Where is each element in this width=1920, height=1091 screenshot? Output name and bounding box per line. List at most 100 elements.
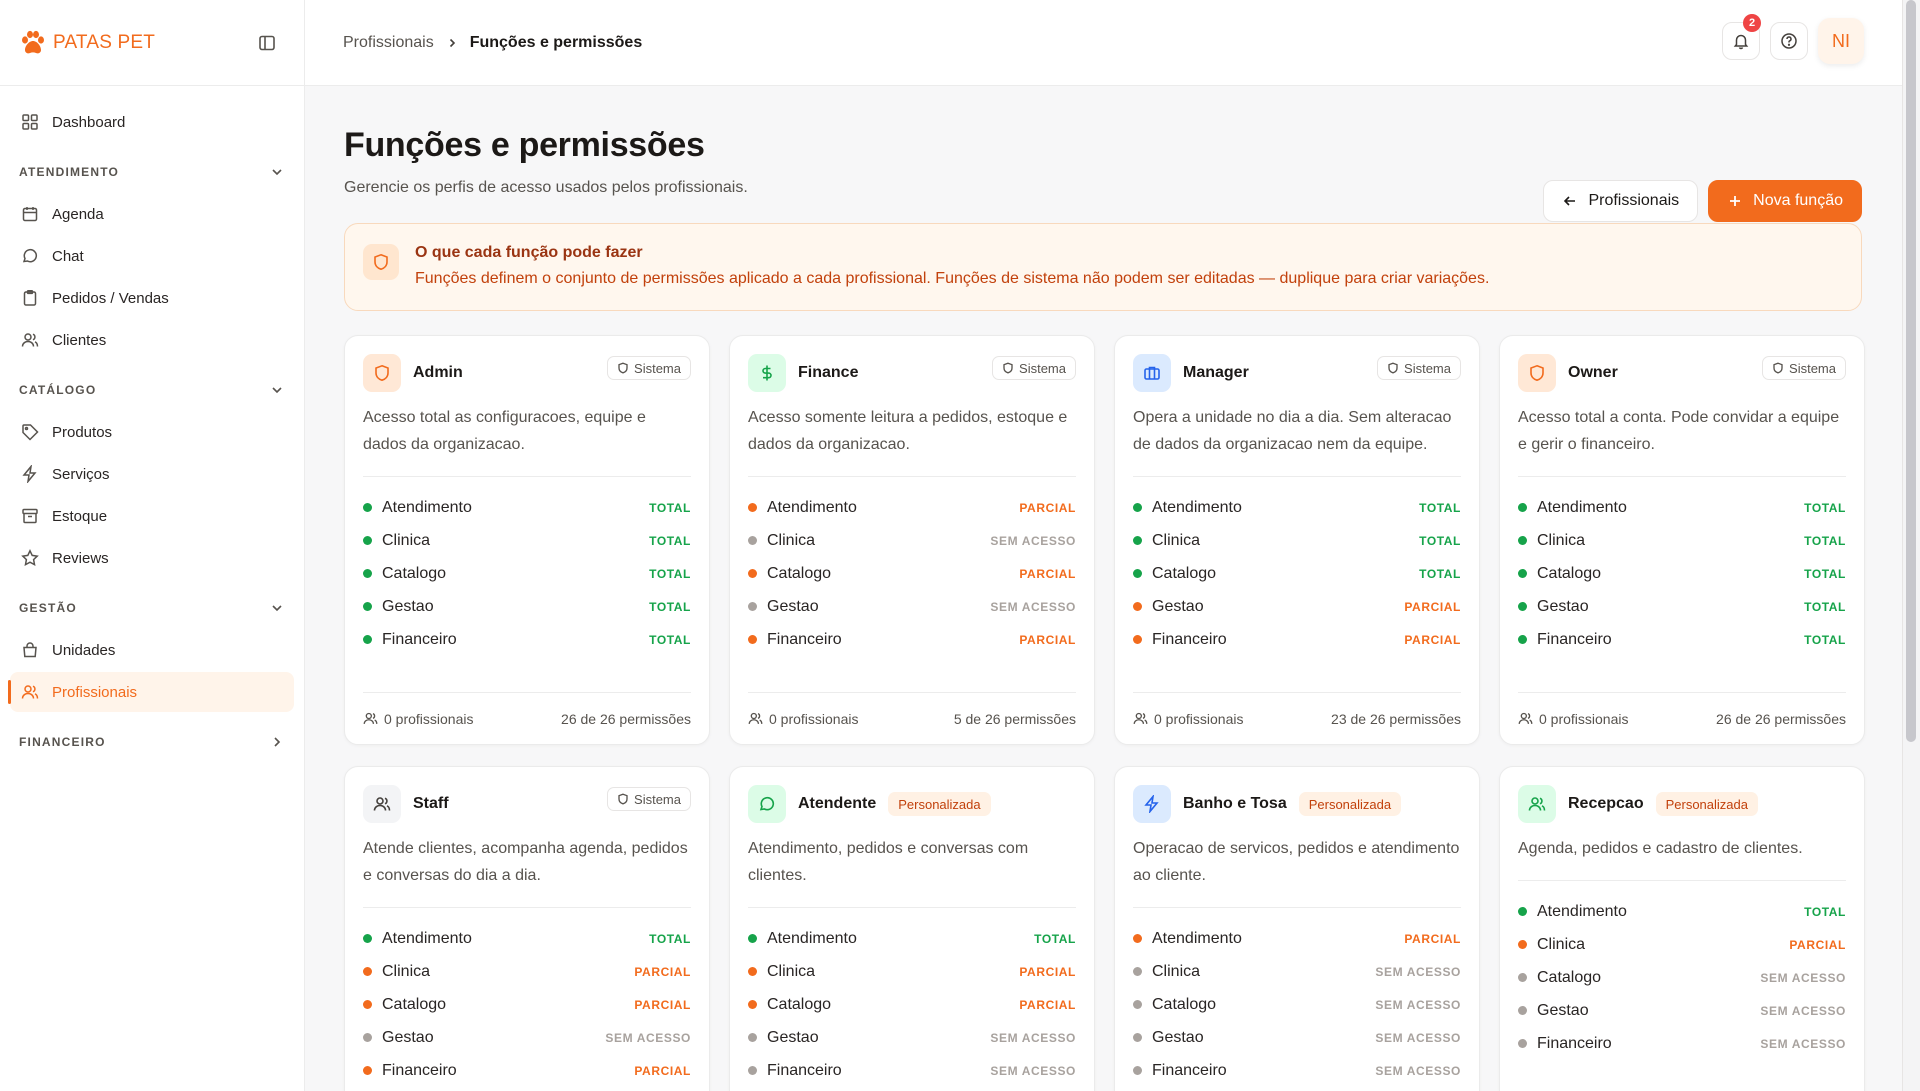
card-footer: 0 profissionais 26 de 26 permissões	[363, 692, 691, 744]
sidebar-item-servicos[interactable]: Serviços	[10, 454, 294, 494]
permission-level: SEM ACESSO	[990, 599, 1076, 614]
card-footer: 0 profissionais 23 de 26 permissões	[1133, 692, 1461, 744]
card-header: Atendente Personalizada	[748, 785, 1076, 823]
role-card[interactable]: Staff Sistema Atende clientes, acompanha…	[344, 766, 710, 1091]
role-name: Recepcao	[1568, 795, 1644, 812]
permission-row: Gestao TOTAL	[363, 590, 691, 623]
section-atendimento[interactable]: ATENDIMENTO	[0, 152, 304, 192]
briefcase-icon	[1133, 354, 1171, 392]
permission-level: TOTAL	[1804, 599, 1846, 614]
role-name: Finance	[798, 364, 859, 381]
brand-logo[interactable]: PATAS PET	[19, 29, 155, 57]
role-card[interactable]: Admin Sistema Acesso total as configurac…	[344, 335, 710, 745]
status-dot	[1133, 934, 1142, 943]
permission-row: Atendimento TOTAL	[748, 922, 1076, 955]
sidebar-item-label: Serviços	[52, 465, 110, 483]
notifications-button[interactable]: 2	[1722, 14, 1761, 60]
permissions-count: 23 de 26 permissões	[1331, 710, 1461, 727]
role-card[interactable]: Recepcao Personalizada Agenda, pedidos e…	[1499, 766, 1865, 1091]
card-header: Recepcao Personalizada	[1518, 785, 1846, 823]
permission-row: Catalogo PARCIAL	[748, 557, 1076, 590]
permission-label: Catalogo	[1537, 968, 1602, 986]
back-button-label: Profissionais	[1588, 192, 1680, 209]
section-label: ATENDIMENTO	[19, 165, 120, 179]
role-card[interactable]: Banho e Tosa Personalizada Operacao de s…	[1114, 766, 1480, 1091]
section-label: GESTÃO	[19, 601, 77, 615]
permission-label: Catalogo	[1152, 564, 1217, 582]
permission-level: PARCIAL	[1019, 500, 1076, 515]
sidebar-item-dashboard[interactable]: Dashboard	[10, 102, 294, 142]
help-button[interactable]	[1770, 22, 1808, 60]
role-description: Operacao de servicos, pedidos e atendime…	[1133, 840, 1460, 884]
status-dot	[363, 934, 372, 943]
role-card[interactable]: Finance Sistema Acesso somente leitura a…	[729, 335, 1095, 745]
role-card[interactable]: Atendente Personalizada Atendimento, ped…	[729, 766, 1095, 1091]
divider	[748, 476, 1076, 477]
permission-list: Atendimento TOTAL Clinica TOTAL Catalogo…	[1133, 491, 1461, 656]
permission-row: Financeiro PARCIAL	[363, 1054, 691, 1087]
status-dot	[1133, 635, 1142, 644]
sidebar-item-profissionais[interactable]: Profissionais	[8, 672, 294, 712]
permission-row: Atendimento TOTAL	[1518, 491, 1846, 524]
status-dot	[748, 1033, 757, 1042]
sidebar-item-reviews[interactable]: Reviews	[10, 538, 294, 578]
permission-row: Catalogo TOTAL	[363, 557, 691, 590]
avatar[interactable]: NI	[1818, 18, 1864, 64]
users-icon	[1518, 785, 1556, 823]
permission-level: PARCIAL	[1404, 599, 1461, 614]
role-name: Manager	[1183, 364, 1249, 381]
custom-badge: Personalizada	[1298, 792, 1402, 816]
card-header: Staff Sistema	[363, 785, 691, 823]
section-gestao[interactable]: GESTÃO	[0, 588, 304, 628]
permission-label: Gestao	[382, 597, 434, 615]
sidebar-item-produtos[interactable]: Produtos	[10, 412, 294, 452]
permission-row: Financeiro TOTAL	[1518, 623, 1846, 656]
status-dot	[1518, 503, 1527, 512]
star-icon	[20, 548, 40, 568]
sidebar-item-agenda[interactable]: Agenda	[10, 194, 294, 234]
sidebar-item-label: Reviews	[52, 549, 109, 567]
role-description: Acesso somente leitura a pedidos, estoqu…	[748, 409, 1068, 453]
permission-level: PARCIAL	[634, 964, 691, 979]
permission-label: Clinica	[1152, 962, 1201, 980]
permission-row: Gestao SEM ACESSO	[1518, 994, 1846, 1027]
status-dot	[748, 934, 757, 943]
chevron-right-icon	[270, 735, 284, 749]
sidebar-item-estoque[interactable]: Estoque	[10, 496, 294, 536]
clipboard-icon	[20, 288, 40, 308]
sidebar-item-clientes[interactable]: Clientes	[10, 320, 294, 360]
permission-label: Clinica	[382, 531, 431, 549]
permission-row: Clinica PARCIAL	[748, 955, 1076, 988]
tag-icon	[20, 422, 40, 442]
new-role-button[interactable]: Nova função	[1708, 180, 1862, 222]
sidebar-item-pedidos[interactable]: Pedidos / Vendas	[10, 278, 294, 318]
professionals-label: 0 profissionais	[769, 710, 859, 727]
back-to-profissionais-button[interactable]: Profissionais	[1543, 180, 1699, 222]
professionals-count: 0 profissionais	[1518, 711, 1629, 727]
role-card[interactable]: Manager Sistema Opera a unidade no dia a…	[1114, 335, 1480, 745]
message-icon	[748, 785, 786, 823]
status-dot	[748, 635, 757, 644]
permission-level: TOTAL	[649, 599, 691, 614]
sidebar-item-chat[interactable]: Chat	[10, 236, 294, 276]
section-catalogo[interactable]: CATÁLOGO	[0, 370, 304, 410]
permission-row: Catalogo TOTAL	[1518, 557, 1846, 590]
scrollbar[interactable]	[1902, 0, 1920, 1091]
role-card[interactable]: Owner Sistema Acesso total a conta. Pode…	[1499, 335, 1865, 745]
zap-icon	[20, 464, 40, 484]
chevron-down-icon	[270, 601, 284, 615]
archive-icon	[20, 506, 40, 526]
shield-icon	[363, 244, 399, 280]
section-label: CATÁLOGO	[19, 383, 97, 397]
sidebar-item-label: Agenda	[52, 205, 104, 223]
permission-label: Financeiro	[1152, 1061, 1227, 1079]
status-dot	[748, 602, 757, 611]
sidebar-toggle-icon[interactable]	[258, 34, 276, 52]
permission-level: SEM ACESSO	[1760, 1036, 1846, 1051]
breadcrumb-link[interactable]: Profissionais	[343, 34, 434, 52]
scroll-thumb[interactable]	[1906, 0, 1916, 742]
sidebar-item-unidades[interactable]: Unidades	[10, 630, 294, 670]
section-financeiro[interactable]: FINANCEIRO	[0, 722, 304, 762]
sidebar: PATAS PET Dashboard ATENDIMENTO Agenda C…	[0, 0, 305, 1091]
permission-row: Financeiro SEM ACESSO	[1133, 1054, 1461, 1087]
